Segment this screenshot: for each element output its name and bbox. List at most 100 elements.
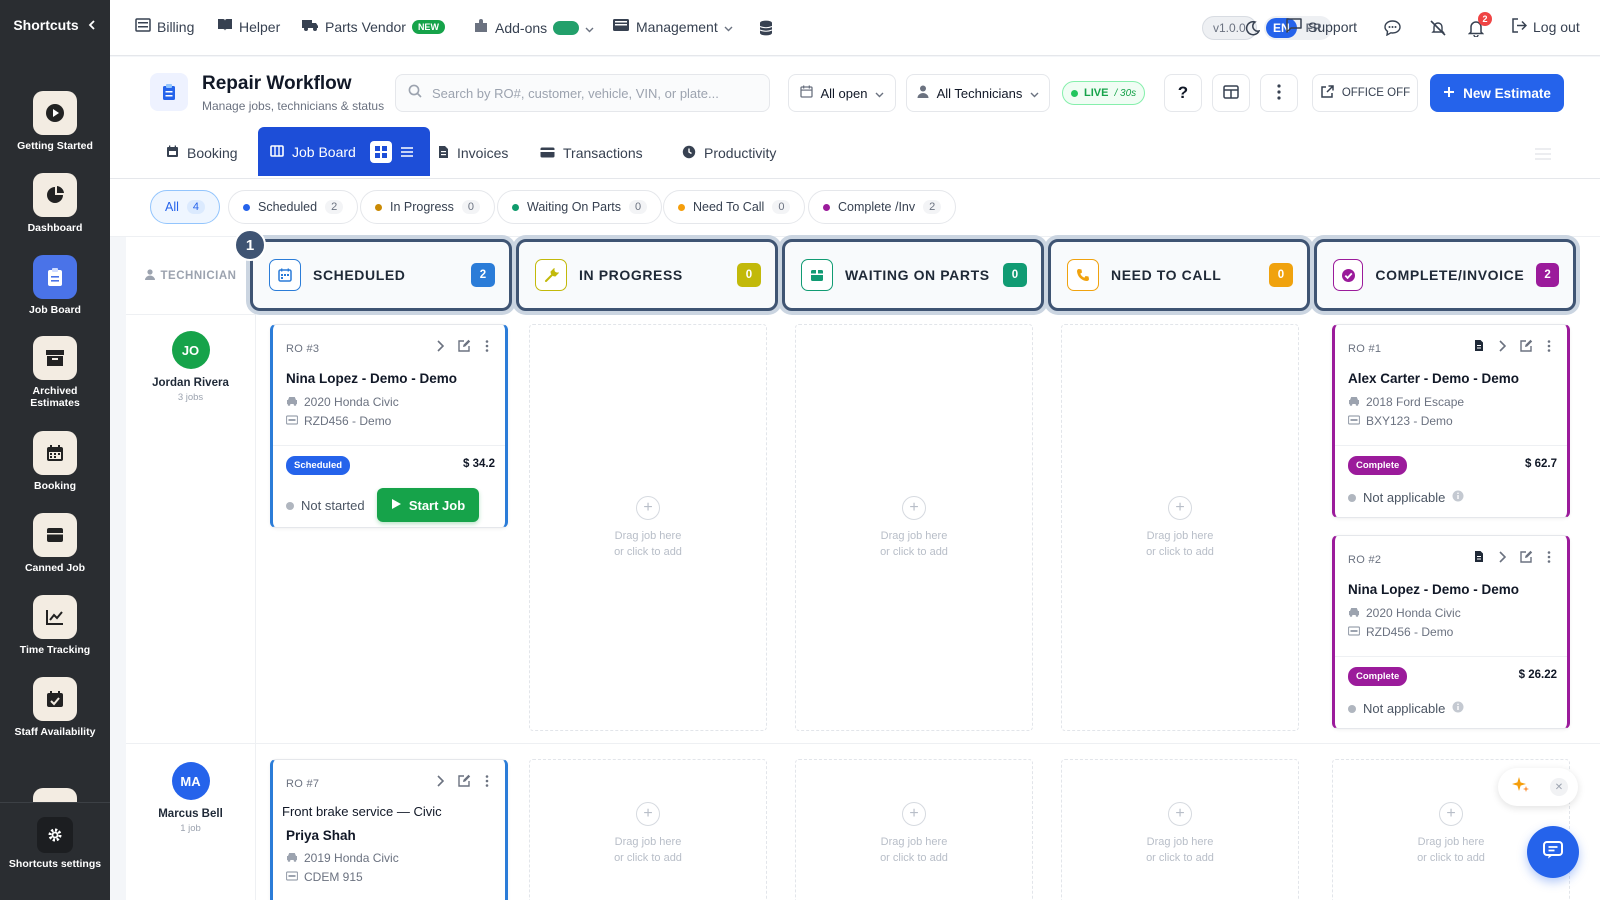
shortcuts-settings[interactable]: Shortcuts settings xyxy=(0,802,110,900)
sidebar-item-getting-started[interactable]: Getting Started xyxy=(0,91,110,152)
empty-dropzone[interactable]: + Drag job here or click to add xyxy=(1061,324,1299,731)
technician-filter-select[interactable]: All Technicians xyxy=(906,74,1050,112)
column-header-scheduled[interactable]: SCHEDULED 2 xyxy=(250,239,512,311)
column-header-waiting-on-parts[interactable]: WAITING ON PARTS 0 xyxy=(782,239,1044,311)
search-input[interactable] xyxy=(432,85,752,101)
info-icon[interactable] xyxy=(1452,701,1464,716)
moon-icon[interactable] xyxy=(1240,16,1264,40)
vehicle-line: 2018 Ford Escape xyxy=(1348,395,1464,409)
tour-step-badge[interactable]: 1 xyxy=(234,229,266,261)
job-amount: $ 26.22 xyxy=(1518,669,1557,681)
customer-name: Priya Shah xyxy=(286,828,356,843)
tab-job-board[interactable]: Job Board xyxy=(258,127,430,176)
info-icon[interactable] xyxy=(1452,490,1464,505)
tab-invoices[interactable]: Invoices xyxy=(438,127,508,179)
empty-dropzone[interactable]: + Drag job here or click to add xyxy=(795,759,1033,900)
filter-chip-all[interactable]: All 4 xyxy=(150,190,221,224)
support-link[interactable]: Support xyxy=(1286,18,1357,36)
search-box[interactable] xyxy=(395,74,770,112)
addons-toggle[interactable] xyxy=(553,20,580,35)
empty-dropzone[interactable]: + Drag job here or click to add xyxy=(529,759,767,900)
help-button[interactable]: ? xyxy=(1164,74,1202,112)
new-badge: NEW xyxy=(411,19,445,34)
chevron-right-icon[interactable] xyxy=(1498,339,1507,357)
tab-transactions[interactable]: Transactions xyxy=(540,127,643,179)
edit-icon[interactable] xyxy=(1520,339,1533,357)
chevron-right-icon[interactable] xyxy=(436,339,445,357)
menu-lines-icon[interactable] xyxy=(1535,147,1551,165)
status-filter-select[interactable]: All open xyxy=(788,74,896,112)
management-menu[interactable]: Management xyxy=(612,18,733,35)
dropzone-hint-2: or click to add xyxy=(880,852,948,864)
edit-icon[interactable] xyxy=(458,339,471,357)
sidebar-item-job-board[interactable]: Job Board xyxy=(0,255,110,316)
list-view-icon[interactable] xyxy=(396,141,418,163)
sidebar-header[interactable]: Shortcuts xyxy=(0,0,110,50)
tab-productivity[interactable]: Productivity xyxy=(682,127,776,179)
sidebar-item-partial[interactable] xyxy=(33,788,77,802)
billing-link[interactable]: Billing xyxy=(135,18,194,35)
helper-link[interactable]: Helper xyxy=(217,18,280,35)
filter-chip-need-to-call[interactable]: Need To Call 0 xyxy=(663,190,806,224)
column-header-in-progress[interactable]: IN PROGRESS 0 xyxy=(516,239,778,311)
chat-bubble-icon[interactable] xyxy=(1380,16,1404,40)
more-vertical-icon[interactable] xyxy=(485,339,489,357)
column-header-need-to-call[interactable]: NEED TO CALL 0 xyxy=(1048,239,1310,311)
grid-view-icon[interactable] xyxy=(369,140,392,163)
sidebar-item-archived-estimates[interactable]: Archived Estimates xyxy=(0,336,110,409)
close-icon[interactable]: ✕ xyxy=(1550,778,1568,796)
edit-icon[interactable] xyxy=(458,774,471,792)
sidebar-item-dashboard[interactable]: Dashboard xyxy=(0,173,110,234)
more-vertical-icon[interactable] xyxy=(1547,550,1551,568)
job-card-ro-2[interactable]: RO #2 Nina Lopez - Demo - Demo 2020 Hond… xyxy=(1332,535,1570,729)
addons-menu[interactable]: Add-ons xyxy=(473,18,594,37)
office-toggle-button[interactable]: OFFICE OFF xyxy=(1312,74,1418,112)
filter-chip-waiting-on-parts[interactable]: Waiting On Parts 0 xyxy=(497,190,663,224)
chat-button[interactable] xyxy=(1527,826,1579,878)
empty-dropzone[interactable]: + Drag job here or click to add xyxy=(795,324,1033,731)
dropzone-hint: Drag job here xyxy=(880,529,948,542)
empty-dropzone[interactable]: + Drag job here or click to add xyxy=(1061,759,1299,900)
document-icon[interactable] xyxy=(1474,339,1484,357)
tab-booking[interactable]: Booking xyxy=(166,127,238,179)
start-job-button[interactable]: Start Job xyxy=(377,488,479,522)
sidebar-item-label: Job Board xyxy=(29,304,81,316)
sidebar-item-canned-job[interactable]: Canned Job xyxy=(0,513,110,574)
job-card-ro-3[interactable]: RO #3 Nina Lopez - Demo - Demo 2020 Hond… xyxy=(270,324,508,528)
more-options-button[interactable] xyxy=(1260,74,1298,112)
column-name: SCHEDULED xyxy=(313,267,406,283)
filter-chip-complete[interactable]: Complete /Inv 2 xyxy=(808,190,957,224)
dropzone-hint-2: or click to add xyxy=(1146,545,1214,558)
sparkle-icon[interactable] xyxy=(1512,776,1530,799)
column-count: 2 xyxy=(471,263,495,287)
database-icon[interactable] xyxy=(754,16,778,40)
chevron-right-icon[interactable] xyxy=(436,774,445,792)
logout-button[interactable]: Log out xyxy=(1512,18,1580,36)
job-card-ro-1[interactable]: RO #1 Alex Carter - Demo - Demo 2018 For… xyxy=(1332,324,1570,518)
filter-chip-scheduled[interactable]: Scheduled 2 xyxy=(228,190,359,224)
sidebar-item-time-tracking[interactable]: Time Tracking xyxy=(0,595,110,656)
live-indicator[interactable]: LIVE / 30s xyxy=(1062,81,1146,105)
new-estimate-button[interactable]: New Estimate xyxy=(1430,74,1564,112)
filter-chip-in-progress[interactable]: In Progress 0 xyxy=(360,190,496,224)
job-card-ro-7[interactable]: RO #7 Front brake service — Civic Priya … xyxy=(270,759,508,900)
more-vertical-icon[interactable] xyxy=(1547,339,1551,357)
document-icon[interactable] xyxy=(1474,550,1484,568)
message-square-icon xyxy=(1286,18,1302,36)
sidebar-item-label: Staff Availability xyxy=(14,726,96,738)
sidebar-item-staff-availability[interactable]: Staff Availability xyxy=(0,677,110,738)
parts-vendor-link[interactable]: Parts Vendor NEW xyxy=(301,18,445,35)
chevron-left-icon[interactable] xyxy=(87,17,97,33)
more-vertical-icon[interactable] xyxy=(485,774,489,792)
bell-icon[interactable]: 2 xyxy=(1464,12,1492,40)
state-dot xyxy=(286,501,294,510)
ai-assistant-widget[interactable]: ✕ xyxy=(1498,768,1578,806)
empty-dropzone[interactable]: + Drag job here or click to add xyxy=(529,324,767,731)
state-label: Not applicable xyxy=(1363,701,1446,716)
chevron-right-icon[interactable] xyxy=(1498,550,1507,568)
column-header-complete-invoice[interactable]: COMPLETE/INVOICE 2 xyxy=(1314,239,1576,311)
columns-layout-button[interactable] xyxy=(1212,74,1250,112)
edit-icon[interactable] xyxy=(1520,550,1533,568)
bell-off-icon[interactable] xyxy=(1426,16,1450,40)
sidebar-item-booking[interactable]: Booking xyxy=(0,431,110,492)
